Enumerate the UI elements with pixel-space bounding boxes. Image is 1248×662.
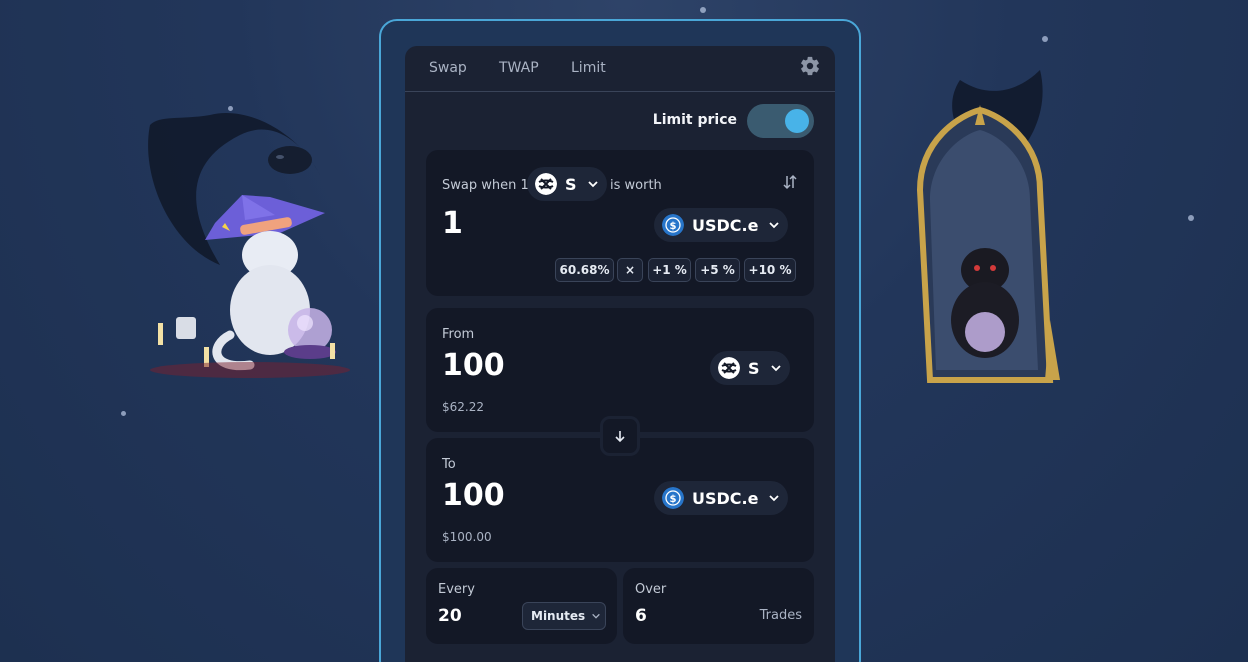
star-decoration xyxy=(700,7,706,13)
trades-count-input[interactable]: 6 xyxy=(635,606,647,626)
tab-swap[interactable]: Swap xyxy=(429,60,467,76)
usdc-token-icon: $ xyxy=(662,214,684,236)
star-decoration xyxy=(1042,36,1048,42)
limit-price-card: Swap when 1 S is worth 1 $ USDC.e 60.68%… xyxy=(426,150,814,296)
to-usd-value: $100.00 xyxy=(442,530,492,544)
plus-5-percent-button[interactable]: +5 % xyxy=(695,258,740,282)
from-token-selector[interactable]: S xyxy=(710,351,790,385)
swap-when-label: Swap when 1 xyxy=(442,178,529,193)
switch-direction-button[interactable] xyxy=(600,416,640,456)
chevron-down-icon xyxy=(770,365,781,372)
to-label: To xyxy=(442,457,456,472)
from-usd-value: $62.22 xyxy=(442,400,484,414)
from-token-name: S xyxy=(748,358,760,378)
from-card: From 100 S $62.22 xyxy=(426,308,814,432)
usdc-token-icon: $ xyxy=(662,487,684,509)
limit-price-input[interactable]: 1 xyxy=(442,206,463,241)
base-token-selector[interactable]: S xyxy=(527,167,607,201)
toggle-knob xyxy=(785,109,809,133)
from-label: From xyxy=(442,327,475,342)
chevron-down-icon xyxy=(769,222,780,229)
invert-price-icon[interactable] xyxy=(782,174,798,190)
plus-1-percent-button[interactable]: +1 % xyxy=(648,258,691,282)
time-unit-label: Minutes xyxy=(531,609,586,623)
every-value-input[interactable]: 20 xyxy=(438,606,462,626)
to-token-selector[interactable]: $ USDC.e xyxy=(654,481,789,515)
to-token-name: USDC.e xyxy=(692,488,759,508)
tab-bar: Swap TWAP Limit xyxy=(405,46,835,92)
chevron-down-icon xyxy=(587,181,598,188)
star-decoration xyxy=(121,411,126,416)
time-unit-selector[interactable]: Minutes xyxy=(522,602,606,630)
limit-price-row: Limit price xyxy=(405,104,835,138)
trades-unit-label: Trades xyxy=(759,608,802,623)
over-card: Over 6 Trades xyxy=(623,568,814,644)
limit-price-label: Limit price xyxy=(652,112,737,128)
to-amount-output[interactable]: 100 xyxy=(442,478,505,513)
reset-price-button[interactable]: × xyxy=(617,258,643,282)
chevron-down-icon xyxy=(592,613,600,619)
swap-panel: Swap TWAP Limit Limit price Swap when 1 … xyxy=(405,46,835,662)
to-card: To 100 $ USDC.e $100.00 xyxy=(426,438,814,562)
star-decoration xyxy=(1188,215,1194,221)
plus-10-percent-button[interactable]: +10 % xyxy=(744,258,796,282)
tab-twap[interactable]: TWAP xyxy=(499,60,539,76)
tab-limit[interactable]: Limit xyxy=(571,60,606,76)
witch-cat-illustration xyxy=(148,113,350,378)
base-token-name: S xyxy=(565,174,577,194)
over-label: Over xyxy=(635,582,667,597)
every-label: Every xyxy=(438,582,475,597)
gear-icon[interactable] xyxy=(799,55,821,77)
svg-text:$: $ xyxy=(670,494,677,505)
arrow-down-icon xyxy=(615,431,625,443)
limit-price-toggle[interactable] xyxy=(747,104,814,138)
is-worth-label: is worth xyxy=(610,178,662,193)
quote-token-selector[interactable]: $ USDC.e xyxy=(654,208,789,242)
market-diff-button[interactable]: 60.68% xyxy=(555,258,614,282)
every-card: Every 20 Minutes xyxy=(426,568,617,644)
chevron-down-icon xyxy=(769,495,780,502)
mirror-cat-illustration xyxy=(916,70,1060,383)
sonic-token-icon xyxy=(718,357,740,379)
sonic-token-icon xyxy=(535,173,557,195)
svg-text:$: $ xyxy=(670,221,677,232)
from-amount-input[interactable]: 100 xyxy=(442,348,505,383)
quote-token-name: USDC.e xyxy=(692,215,759,235)
